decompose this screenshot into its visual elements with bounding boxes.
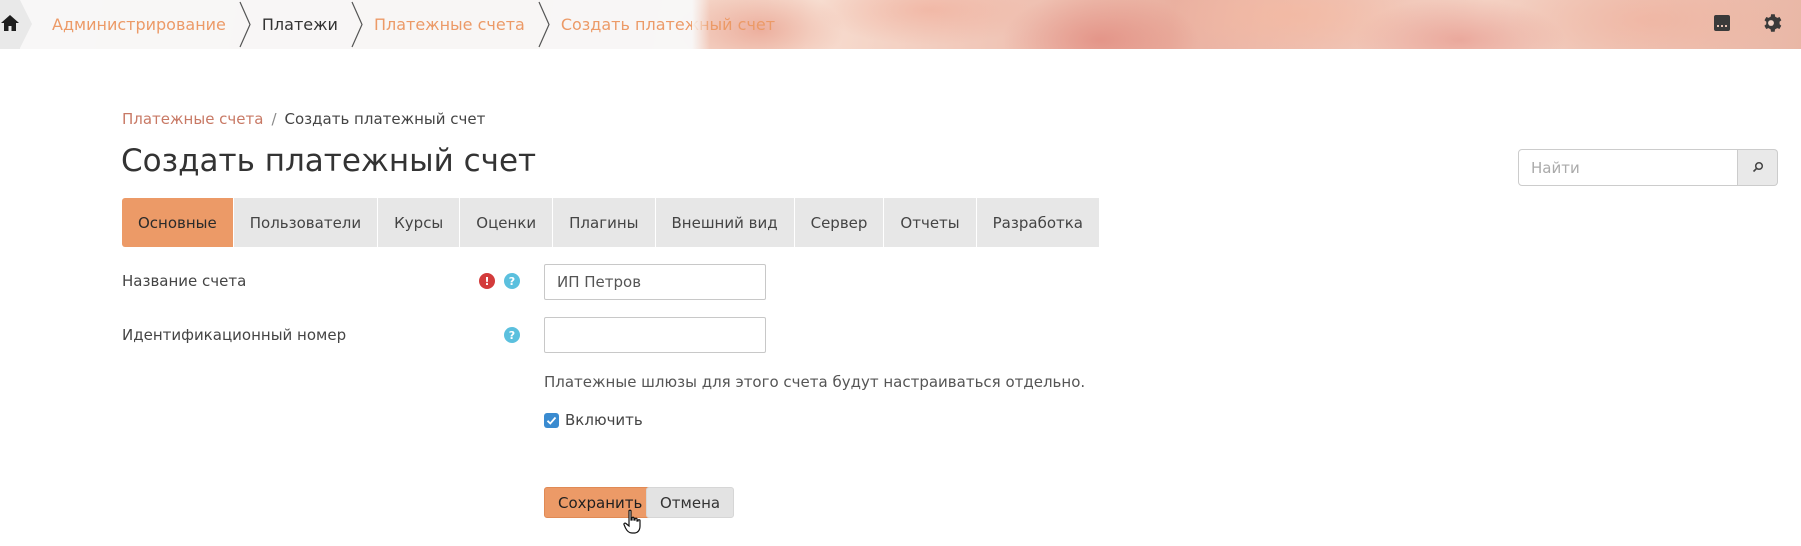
breadcrumb: Платежные счета / Создать платежный счет — [122, 110, 485, 128]
chevron-right-icon — [238, 0, 252, 49]
breadcrumb-separator: / — [271, 110, 277, 128]
save-draft-button[interactable] — [1709, 12, 1735, 38]
enable-checkbox-label[interactable]: Включить — [565, 411, 643, 429]
home-button[interactable] — [0, 0, 32, 49]
page-title: Создать платежный счет — [121, 143, 537, 179]
save-draft-icon — [1712, 13, 1732, 37]
cancel-button[interactable]: Отмена — [646, 487, 735, 518]
breadcrumb-current: Создать платежный счет — [284, 110, 486, 128]
enable-checkbox[interactable] — [544, 413, 559, 428]
gateways-note: Платежные шлюзы для этого счета будут на… — [544, 373, 1086, 391]
home-icon — [0, 13, 20, 37]
tab-grades[interactable]: Оценки — [460, 198, 554, 247]
nav-crumb-payment-accounts[interactable]: Платежные счета — [364, 15, 537, 34]
tab-users[interactable]: Пользователи — [233, 198, 379, 247]
tab-plugins[interactable]: Плагины — [553, 198, 656, 247]
nav-crumb-create-account[interactable]: Создать платежный счет — [551, 15, 787, 34]
search-button[interactable] — [1738, 149, 1778, 186]
tab-general[interactable]: Основные — [122, 198, 234, 247]
tab-courses[interactable]: Курсы — [378, 198, 461, 247]
search-icon — [1752, 158, 1764, 177]
admin-search — [1518, 149, 1780, 186]
checkmark-icon — [546, 411, 557, 430]
help-icon[interactable]: ? — [504, 327, 520, 343]
nav-crumb-admin[interactable]: Администрирование — [42, 15, 238, 34]
id-number-label: Идентификационный номер — [122, 326, 347, 344]
chevron-right-icon — [537, 0, 551, 49]
admin-tabs: Основные Пользователи Курсы Оценки Плаги… — [122, 198, 1100, 247]
cursor-hand-icon — [623, 509, 643, 539]
tab-reports[interactable]: Отчеты — [884, 198, 977, 247]
account-name-label: Название счета — [122, 272, 247, 290]
nav-crumb-payments[interactable]: Платежи — [252, 15, 350, 34]
gear-icon — [1760, 12, 1782, 38]
id-number-input[interactable] — [544, 317, 766, 353]
account-name-input[interactable] — [544, 264, 766, 300]
search-input[interactable] — [1518, 149, 1738, 186]
tab-appearance[interactable]: Внешний вид — [655, 198, 795, 247]
tab-development[interactable]: Разработка — [976, 198, 1100, 247]
admin-breadcrumb-bar: Администрирование Платежи Платежные счет… — [0, 0, 775, 49]
top-navbar: Администрирование Платежи Платежные счет… — [0, 0, 1801, 49]
breadcrumb-link-payment-accounts[interactable]: Платежные счета — [122, 110, 263, 128]
tab-server[interactable]: Сервер — [794, 198, 885, 247]
required-icon[interactable]: ! — [479, 273, 495, 289]
help-icon[interactable]: ? — [504, 273, 520, 289]
chevron-right-icon — [350, 0, 364, 49]
settings-button[interactable] — [1758, 12, 1784, 38]
